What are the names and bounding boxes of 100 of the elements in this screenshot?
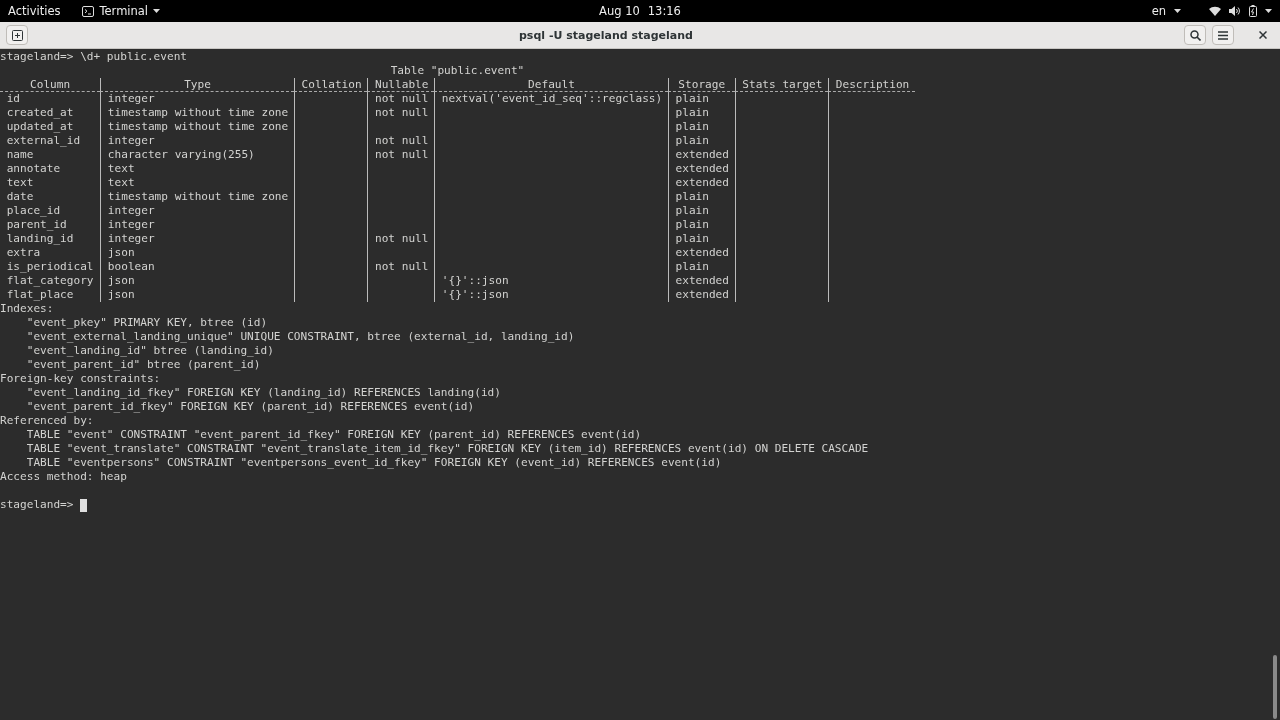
scrollbar-thumb[interactable] — [1273, 655, 1277, 719]
table-cell: nextval('event_id_seq'::regclass) — [441, 92, 663, 105]
plus-square-icon — [11, 29, 23, 41]
table-cell: flat_place — [6, 288, 74, 301]
table-cell: not null — [375, 134, 429, 147]
output-line: TABLE "eventpersons" CONSTRAINT "eventpersons_event_id_fkey" FOREIGN KEY (event_id) REFERENCES event(id) — [26, 456, 722, 469]
window-title: psql -U stageland stageland — [518, 28, 694, 42]
output-line: "event_pkey" PRIMARY KEY, btree (id) — [26, 316, 268, 329]
table-cell: annotate — [6, 162, 61, 175]
table-cell: timestamp without time zone — [107, 190, 289, 203]
table-cell: is_periodical — [6, 260, 94, 273]
table-cell: plain — [675, 106, 709, 119]
output-line: "event_external_landing_unique" UNIQUE CONSTRAINT, btree (external_id, landing_id) — [26, 330, 575, 343]
table-cell: plain — [675, 134, 709, 147]
table-cell: updated_at — [6, 120, 74, 133]
table-cell: json — [107, 274, 135, 287]
shell-prompt: stageland=> — [0, 498, 74, 512]
table-cell: created_at — [6, 106, 74, 119]
close-icon — [1259, 31, 1267, 39]
table-cell: json — [107, 288, 135, 301]
table-title: Table "public.event" — [390, 64, 525, 77]
table-cell: '{}'::json — [441, 274, 509, 287]
table-cell: boolean — [107, 260, 155, 273]
output-line: "event_parent_id_fkey" FOREIGN KEY (parent_id) REFERENCES event(id) — [26, 400, 475, 413]
table-cell: parent_id — [6, 218, 67, 231]
table-cell: json — [107, 246, 135, 259]
table-cell: integer — [107, 232, 155, 245]
volume-icon[interactable] — [1229, 6, 1241, 16]
section-heading: Foreign-key constraints: — [0, 372, 161, 385]
table-cell: plain — [675, 218, 709, 231]
column-header: Column — [30, 78, 71, 91]
table-cell: not null — [375, 148, 429, 161]
output-line: Access method: heap — [0, 470, 127, 483]
column-header: Type — [184, 78, 211, 91]
column-header: Stats target — [742, 78, 823, 91]
table-cell: date — [6, 190, 34, 203]
table-cell: plain — [675, 120, 709, 133]
column-header: Collation — [301, 78, 362, 91]
output-line: "event_parent_id" btree (parent_id) — [26, 358, 261, 371]
table-cell: text — [107, 162, 135, 175]
caret-icon — [153, 9, 161, 13]
section-heading: Indexes: — [0, 302, 54, 315]
table-cell: timestamp without time zone — [107, 120, 289, 133]
battery-icon[interactable] — [1249, 5, 1257, 17]
output-line: TABLE "event" CONSTRAINT "event_parent_id_fkey" FOREIGN KEY (parent_id) REFERENCES event(id) — [26, 428, 642, 441]
table-cell: integer — [107, 218, 155, 231]
table-cell: integer — [107, 204, 155, 217]
activities-button[interactable]: Activities — [8, 4, 61, 18]
column-header: Default — [528, 78, 575, 91]
table-cell: place_id — [6, 204, 61, 217]
table-cell: not null — [375, 232, 429, 245]
table-cell: text — [6, 176, 34, 189]
table-cell: character varying(255) — [107, 148, 255, 161]
search-button[interactable] — [1184, 25, 1206, 45]
table-cell: integer — [107, 92, 155, 105]
table-cell: plain — [675, 260, 709, 273]
column-header: Description — [835, 78, 910, 91]
menu-button[interactable] — [1212, 25, 1234, 45]
table-cell: timestamp without time zone — [107, 106, 289, 119]
table-cell: text — [107, 176, 135, 189]
table-cell: not null — [375, 106, 429, 119]
section-heading: Referenced by: — [0, 414, 94, 427]
input-source[interactable]: en — [1151, 4, 1166, 18]
app-menu[interactable]: Terminal — [99, 4, 149, 18]
table-cell: id — [6, 92, 21, 105]
table-cell: extended — [675, 148, 729, 161]
table-cell: not null — [375, 260, 429, 273]
column-header: Nullable — [375, 78, 429, 91]
column-header: Storage — [678, 78, 726, 91]
output-line: TABLE "event_translate" CONSTRAINT "event_translate_item_id_fkey" FOREIGN KEY (item_id) REFERENCES event(id) ON DELETE CASCADE — [26, 442, 869, 455]
caret-icon — [1174, 9, 1181, 13]
table-cell: integer — [107, 134, 155, 147]
new-tab-button[interactable] — [6, 25, 28, 45]
caret-icon — [1265, 9, 1272, 13]
table-cell: plain — [675, 204, 709, 217]
table-cell: extra — [6, 246, 41, 259]
table-cell: name — [6, 148, 34, 161]
table-cell: '{}'::json — [441, 288, 509, 301]
output-line: "event_landing_id_fkey" FOREIGN KEY (landing_id) REFERENCES landing(id) — [26, 386, 501, 399]
search-icon — [1189, 29, 1201, 41]
table-cell: external_id — [6, 134, 81, 147]
table-cell: plain — [675, 92, 709, 105]
output-line: "event_landing_id" btree (landing_id) — [26, 344, 274, 357]
clock-time[interactable]: 13:16 — [647, 4, 681, 18]
table-cell: extended — [675, 274, 729, 287]
text-cursor — [80, 498, 88, 512]
wifi-icon[interactable] — [1209, 6, 1221, 16]
table-cell: extended — [675, 288, 729, 301]
clock-date[interactable]: Aug 10 — [599, 4, 640, 18]
table-cell: not null — [375, 92, 429, 105]
table-cell: plain — [675, 190, 709, 203]
table-cell: plain — [675, 232, 709, 245]
table-cell: flat_category — [6, 274, 94, 287]
table-cell: landing_id — [6, 232, 74, 245]
terminal-icon — [82, 5, 95, 17]
command-line: stageland=> \d+ public.event — [0, 50, 187, 63]
table-cell: extended — [675, 162, 729, 175]
table-cell: extended — [675, 246, 729, 259]
menu-icon — [1218, 30, 1228, 40]
table-cell: extended — [675, 176, 729, 189]
